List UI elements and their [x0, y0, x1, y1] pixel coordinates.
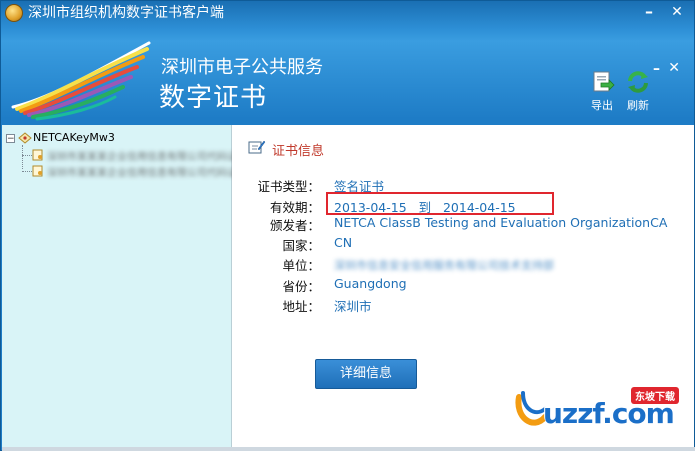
certificate-icon	[32, 149, 43, 161]
app-logo-icon	[5, 4, 23, 22]
panel-close-button[interactable]: ✕	[668, 60, 680, 76]
export-icon	[593, 71, 615, 92]
issuer-value: NETCA ClassB Testing and Evaluation Orga…	[334, 215, 668, 230]
validity-label: 有效期：	[269, 200, 320, 215]
site-watermark: uzzf.com 东坡下载	[513, 381, 689, 437]
rainbow-wing-logo-icon	[11, 41, 151, 121]
tree-cert-label: 深圳市某某某企业信用信息有限公司代码证书	[47, 152, 247, 163]
refresh-label: 刷新	[627, 99, 649, 112]
key-device-icon	[18, 132, 32, 144]
unit-label: 单位：	[282, 258, 320, 273]
province-label: 省份：	[282, 279, 320, 294]
refresh-icon	[628, 71, 648, 93]
field-row-issuer: 颁发者： NETCA ClassB Testing and Evaluation…	[232, 215, 692, 233]
section-title: 证书信息	[272, 144, 325, 159]
title-bar[interactable]: 深圳市组织机构数字证书客户端 – ✕	[1, 1, 694, 25]
close-button[interactable]: ✕	[666, 1, 688, 23]
field-row-address: 地址： 深圳市	[232, 296, 692, 314]
minimize-button[interactable]: –	[638, 1, 660, 23]
tree-cert-item[interactable]: 深圳市某某某企业信用信息有限公司代码证书	[22, 147, 247, 163]
province-value: Guangdong	[334, 276, 407, 291]
issuer-label: 颁发者：	[269, 218, 320, 233]
certificate-icon	[32, 165, 43, 177]
export-button[interactable]: 导出	[582, 69, 622, 113]
window-title: 深圳市组织机构数字证书客户端	[28, 5, 224, 21]
unit-value: 深圳市信息安全信用服务有限公司技术支持部	[334, 259, 554, 272]
brand-title: 数字证书	[159, 83, 268, 113]
tree-cert-item[interactable]: 深圳市某某某企业信用信息有限公司代码证书	[22, 163, 247, 179]
validity-highlight-box	[326, 192, 554, 215]
status-bar	[2, 447, 695, 451]
app-window: 深圳市组织机构数字证书客户端 – ✕ 深圳市电子公共服务 数字证书 – ✕ 导出…	[0, 0, 695, 451]
address-value: 深圳市	[334, 299, 372, 314]
tree-root-label: NETCAKeyMw3	[33, 131, 115, 144]
details-button[interactable]: 详细信息	[315, 359, 417, 389]
field-row-province: 省份： Guangdong	[232, 276, 692, 294]
export-label: 导出	[591, 99, 613, 112]
header-banner: 深圳市电子公共服务 数字证书 – ✕ 导出 刷新	[1, 25, 694, 125]
watermark-tag: 东坡下载	[631, 387, 679, 404]
country-value: CN	[334, 235, 353, 250]
brand-subtitle: 深圳市电子公共服务	[161, 57, 323, 78]
edit-note-icon	[248, 140, 266, 154]
country-label: 国家：	[282, 238, 320, 253]
collapse-toggle-icon[interactable]: −	[6, 134, 15, 144]
field-row-country: 国家： CN	[232, 235, 692, 253]
field-row-unit: 单位： 深圳市信息安全信用服务有限公司技术支持部	[232, 255, 692, 273]
address-label: 地址：	[282, 299, 320, 314]
type-label: 证书类型：	[257, 179, 320, 194]
certificate-tree-pane: − NETCAKeyMw3 深圳市某某某企业信用信息有限公司代码证书 深圳市某某…	[2, 125, 247, 447]
refresh-button[interactable]: 刷新	[618, 69, 658, 113]
tree-cert-label: 深圳市某某某企业信用信息有限公司代码证书	[47, 168, 247, 179]
